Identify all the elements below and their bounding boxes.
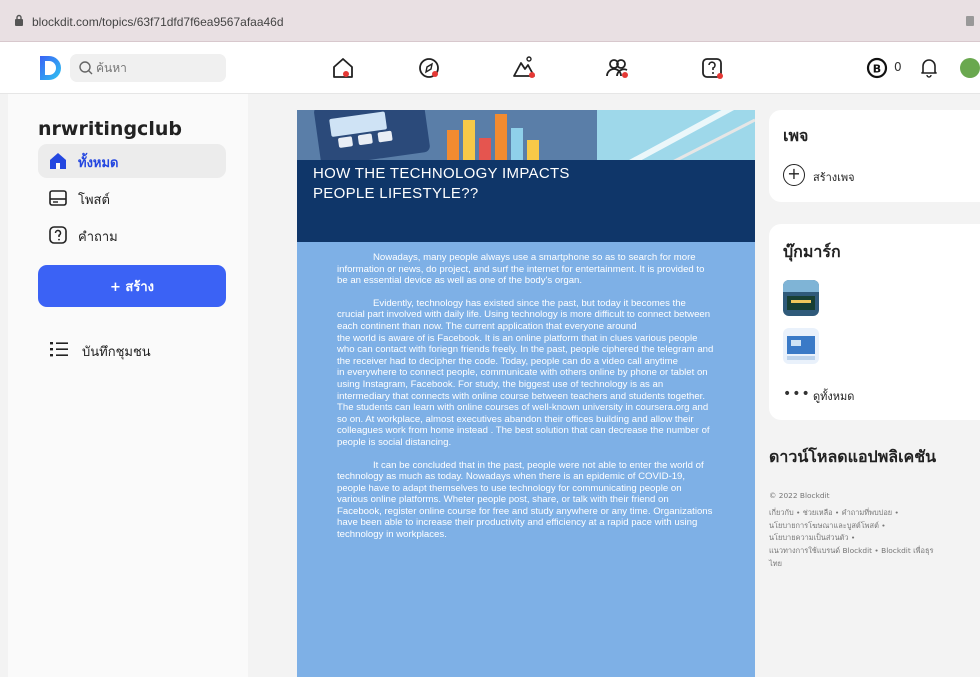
lock-icon: [15, 14, 23, 26]
nav-explore-icon[interactable]: [415, 54, 443, 82]
sidebar-item-all[interactable]: ทั้งหมด: [38, 144, 226, 178]
avatar[interactable]: [960, 58, 980, 78]
account-tools: B 0: [860, 42, 980, 94]
bookmark-image: [783, 328, 819, 364]
sidebar-item-questions[interactable]: คำถาม: [38, 218, 226, 252]
url-text[interactable]: blockdit.com/topics/63f71dfd7f6ea9567afa…: [32, 15, 284, 29]
pages-title: เพจ: [783, 126, 809, 145]
footer-link-about[interactable]: เกี่ยวกับ • ช่วยเหลือ • คำถามที่พบบ่อย •: [769, 507, 980, 520]
bookmark-thumbnail[interactable]: [783, 280, 819, 316]
copyright: © 2022 Blockdit: [769, 491, 830, 500]
post-paragraph: Evidently, technology has existed since …: [337, 297, 714, 448]
pages-card: เพจ + สร้างเพจ: [769, 110, 980, 202]
search-icon: [79, 61, 93, 75]
footer-links: © 2022 Blockdit เกี่ยวกับ • ช่วยเหลือ • …: [769, 490, 980, 571]
svg-text:B: B: [873, 63, 881, 76]
list-icon: [50, 342, 68, 357]
footer-link-ads-policy[interactable]: นโยบายการโฆษณาและบูสต์โพสต์ •: [769, 520, 980, 533]
search-input[interactable]: [96, 58, 220, 78]
browser-extension-icon[interactable]: [966, 16, 974, 26]
sidebar-item-posts[interactable]: โพสต์: [38, 181, 226, 215]
plus-icon: +: [783, 164, 805, 186]
bell-icon[interactable]: [918, 56, 940, 78]
browser-url-bar[interactable]: blockdit.com/topics/63f71dfd7f6ea9567afa…: [0, 0, 980, 42]
post-title: HOW THE TECHNOLOGY IMPACTS PEOPLE LIFEST…: [313, 165, 570, 202]
left-sidebar: nrwritingclub ทั้งหมด โพสต์ คำถาม + สร้า…: [8, 94, 248, 677]
sidebar-item-label: บันทึกชุมชน: [82, 345, 151, 360]
nav-community-icon[interactable]: [603, 54, 631, 82]
create-page-label: สร้างเพจ: [813, 171, 855, 184]
download-app-title: ดาวน์โหลดแอปพลิเคชัน: [769, 447, 937, 466]
coin-icon[interactable]: B: [866, 57, 888, 79]
post-icon: [49, 190, 67, 206]
post-body: Nowadays, many people always use a smart…: [337, 252, 715, 552]
sidebar-item-community-notes[interactable]: บันทึกชุมชน: [38, 334, 226, 364]
see-all-label: ดูทั้งหมด: [813, 390, 855, 403]
coin-count: 0: [894, 60, 902, 74]
create-page-button[interactable]: + สร้างเพจ: [783, 164, 933, 188]
bookmarks-title: บุ๊กมาร์ก: [783, 242, 841, 261]
post-paragraph: Nowadays, many people always use a smart…: [337, 252, 705, 287]
bookmarks-card: บุ๊กมาร์ก ••• ดูทั้งหมด: [769, 224, 980, 420]
footer-link-privacy[interactable]: นโยบายความเป็นส่วนตัว •: [769, 532, 980, 545]
club-name: nrwritingclub: [38, 118, 182, 140]
bookmark-thumbnail[interactable]: [783, 328, 819, 364]
sidebar-item-label: ทั้งหมด: [78, 156, 119, 171]
nav-trending-icon[interactable]: [510, 54, 538, 82]
sidebar-item-label: คำถาม: [78, 230, 118, 245]
home-icon: [50, 153, 66, 169]
post-paragraph: It can be concluded that in the past, pe…: [337, 459, 713, 541]
blockdit-logo-icon[interactable]: [34, 53, 64, 83]
question-icon: [49, 226, 67, 244]
footer-link-brand[interactable]: แนวทางการใช้แบรนด์ Blockdit • Blockdit เ…: [769, 545, 980, 558]
search-box[interactable]: [70, 54, 226, 82]
post-image[interactable]: HOW THE TECHNOLOGY IMPACTS PEOPLE LIFEST…: [297, 110, 755, 677]
bookmark-image: [783, 280, 819, 316]
nav-question-icon[interactable]: [698, 54, 726, 82]
nav-home-icon[interactable]: [329, 54, 357, 82]
sidebar-item-label: โพสต์: [78, 193, 110, 208]
create-button[interactable]: + สร้าง: [38, 265, 226, 307]
top-navigation: B 0: [0, 42, 980, 94]
more-dots-icon: •••: [783, 386, 811, 402]
footer-link-thai[interactable]: ไทย: [769, 558, 980, 571]
see-all-bookmarks[interactable]: ••• ดูทั้งหมด: [783, 384, 933, 406]
